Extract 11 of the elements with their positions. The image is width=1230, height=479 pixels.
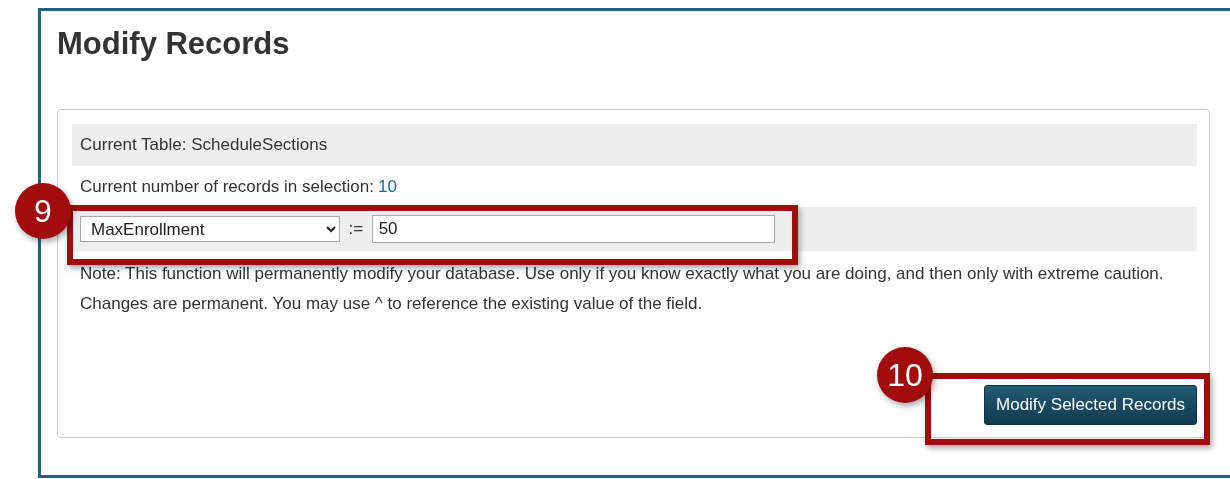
operator-label: := <box>348 218 364 241</box>
record-count: 10 <box>378 175 398 198</box>
field-select[interactable]: MaxEnrollment <box>80 216 340 243</box>
submit-button[interactable]: Modify Selected Records <box>984 385 1197 425</box>
page-title: Modify Records <box>57 25 291 63</box>
callout-badge: 10 <box>877 347 933 403</box>
callout-badge: 9 <box>15 183 71 239</box>
note-text: Note: This function will permanently modify your database. Use only if you know exactly what you are doing, and then only with extreme caution. Changes are permanent. You may use ^ to reference the existing value of the field. <box>79 263 1165 316</box>
record-count-label: Current number of records in selection: <box>80 175 374 198</box>
value-input[interactable]: 50 <box>371 215 775 244</box>
current-table-label: Current Table: ScheduleSections <box>80 135 328 155</box>
